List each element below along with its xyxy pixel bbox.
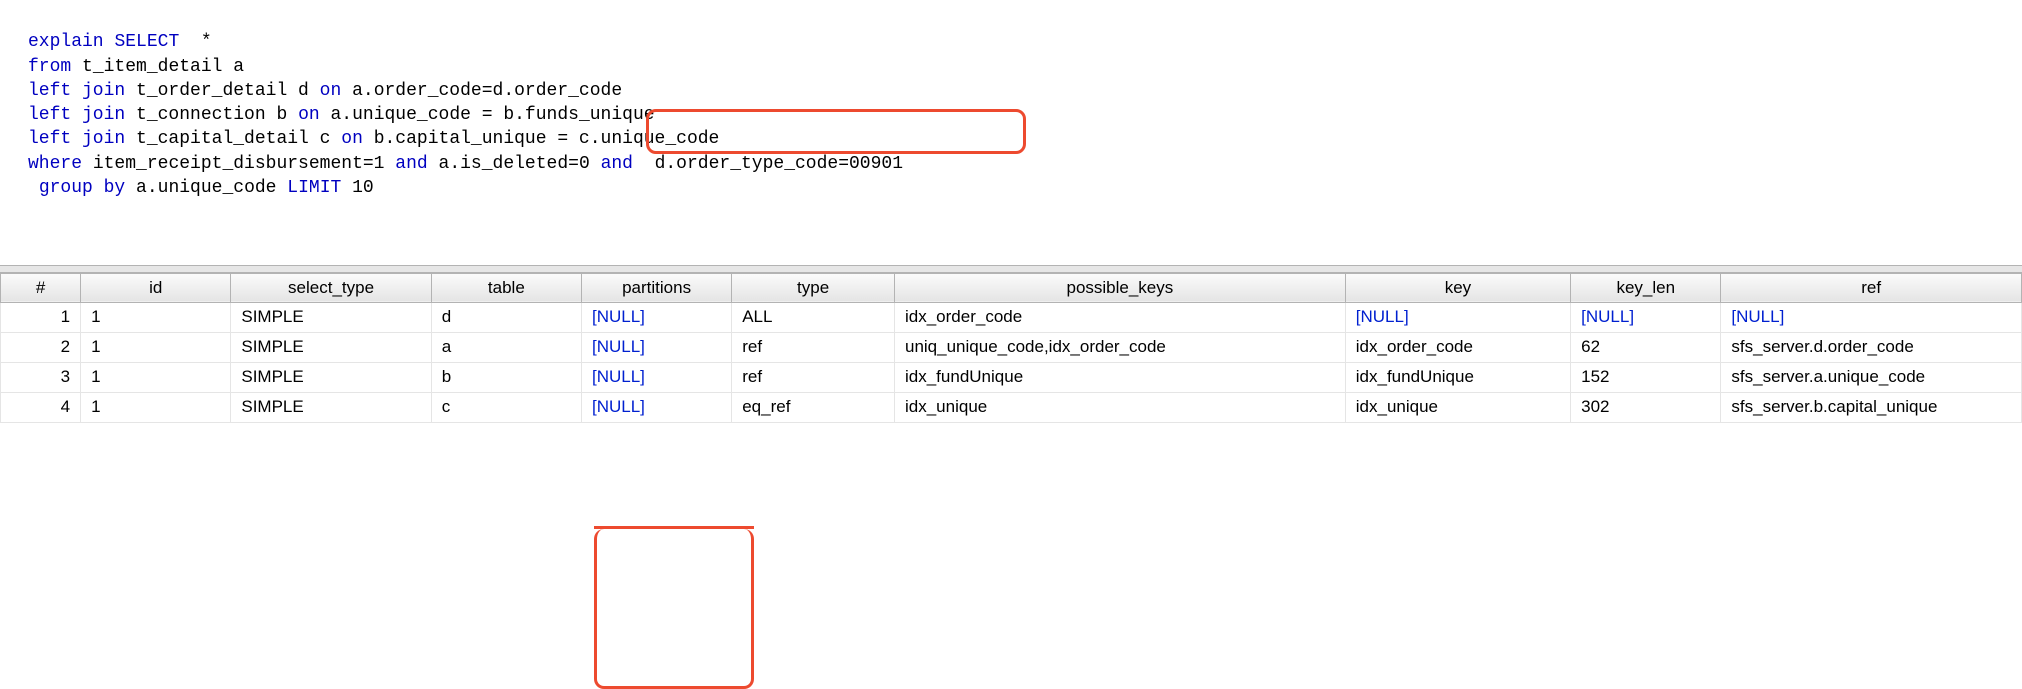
table-cell[interactable]: d [431,302,581,332]
annotation-highlight-type [594,529,754,689]
table-cell[interactable]: idx_unique [1345,392,1570,422]
sql-kw-on2: on [298,105,320,125]
table-cell[interactable]: [NULL] [1721,302,2022,332]
sql-kw-on3: on [341,129,363,149]
table-cell[interactable]: 2 [1,332,81,362]
table-cell[interactable]: [NULL] [581,392,731,422]
sql-kw-select: SELECT [114,32,179,52]
sql-join3-table: t_capital_detail c [136,129,330,149]
table-cell[interactable]: idx_order_code [895,302,1346,332]
sql-from-table: t_item_detail a [82,57,244,77]
sql-kw-and1: and [395,154,427,174]
table-cell[interactable]: 302 [1571,392,1721,422]
table-cell[interactable]: sfs_server.a.unique_code [1721,362,2022,392]
sql-where-p3: d.order_type_code=00901 [655,154,903,174]
sql-kw-where: where [28,154,82,174]
sql-kw-on1: on [320,81,342,101]
table-cell[interactable]: 62 [1571,332,1721,362]
table-cell[interactable]: uniq_unique_code,idx_order_code [895,332,1346,362]
table-cell[interactable]: idx_fundUnique [1345,362,1570,392]
sql-kw-leftjoin2: left join [28,105,125,125]
col-header-select-type[interactable]: select_type [231,273,431,302]
sql-groupby-col: a.unique_code [136,178,276,198]
table-cell[interactable]: 1 [1,302,81,332]
col-header-num[interactable]: # [1,273,81,302]
table-cell[interactable]: [NULL] [581,302,731,332]
table-row[interactable]: 21SIMPLEa[NULL]refuniq_unique_code,idx_o… [1,332,2022,362]
table-cell[interactable]: 1 [81,332,231,362]
table-cell[interactable]: 4 [1,392,81,422]
explain-result-table: # id select_type table partitions type p… [0,273,2022,423]
table-cell[interactable]: 1 [81,392,231,422]
table-cell[interactable]: SIMPLE [231,362,431,392]
table-header-row: # id select_type table partitions type p… [1,273,2022,302]
table-cell[interactable]: 1 [81,302,231,332]
sql-join1-table: t_order_detail d [136,81,309,101]
sql-kw-and2: and [601,154,633,174]
table-row[interactable]: 41SIMPLEc[NULL]eq_refidx_uniqueidx_uniqu… [1,392,2022,422]
sql-where-p1: item_receipt_disbursement=1 [93,154,385,174]
table-cell[interactable]: SIMPLE [231,302,431,332]
col-header-ref[interactable]: ref [1721,273,2022,302]
table-cell[interactable]: sfs_server.b.capital_unique [1721,392,2022,422]
table-cell[interactable]: b [431,362,581,392]
table-row[interactable]: 31SIMPLEb[NULL]refidx_fundUniqueidx_fund… [1,362,2022,392]
sql-kw-limit: LIMIT [287,178,341,198]
sql-kw-leftjoin3: left join [28,129,125,149]
sql-join2-cond: a.unique_code = b.funds_unique [331,105,655,125]
col-header-possible-keys[interactable]: possible_keys [895,273,1346,302]
pane-divider[interactable] [0,265,2022,273]
sql-kw-explain: explain [28,32,104,52]
col-header-table[interactable]: table [431,273,581,302]
annotation-highlight-where [646,109,1026,154]
table-cell[interactable]: idx_unique [895,392,1346,422]
col-header-partitions[interactable]: partitions [581,273,731,302]
table-cell[interactable]: ref [732,362,895,392]
table-cell[interactable]: 3 [1,362,81,392]
table-cell[interactable]: idx_order_code [1345,332,1570,362]
sql-editor[interactable]: explain SELECT * from t_item_detail a le… [0,0,2022,265]
sql-join2-table: t_connection b [136,105,287,125]
sql-kw-groupby: group by [39,178,125,198]
table-cell[interactable]: ALL [732,302,895,332]
table-cell[interactable]: 1 [81,362,231,392]
table-cell[interactable]: eq_ref [732,392,895,422]
table-cell[interactable]: [NULL] [1345,302,1570,332]
sql-limit-n: 10 [352,178,374,198]
table-cell[interactable]: sfs_server.d.order_code [1721,332,2022,362]
table-cell[interactable]: idx_fundUnique [895,362,1346,392]
table-row[interactable]: 11SIMPLEd[NULL]ALLidx_order_code[NULL][N… [1,302,2022,332]
col-header-id[interactable]: id [81,273,231,302]
table-cell[interactable]: SIMPLE [231,332,431,362]
sql-join1-cond: a.order_code=d.order_code [352,81,622,101]
table-cell[interactable]: ref [732,332,895,362]
table-cell[interactable]: 152 [1571,362,1721,392]
sql-star: * [201,32,212,52]
sql-kw-from: from [28,57,71,77]
col-header-type[interactable]: type [732,273,895,302]
sql-kw-leftjoin1: left join [28,81,125,101]
col-header-key[interactable]: key [1345,273,1570,302]
sql-where-p2: a.is_deleted=0 [439,154,590,174]
table-cell[interactable]: [NULL] [1571,302,1721,332]
table-cell[interactable]: [NULL] [581,332,731,362]
table-cell[interactable]: a [431,332,581,362]
table-cell[interactable]: SIMPLE [231,392,431,422]
table-cell[interactable]: c [431,392,581,422]
table-cell[interactable]: [NULL] [581,362,731,392]
col-header-key-len[interactable]: key_len [1571,273,1721,302]
